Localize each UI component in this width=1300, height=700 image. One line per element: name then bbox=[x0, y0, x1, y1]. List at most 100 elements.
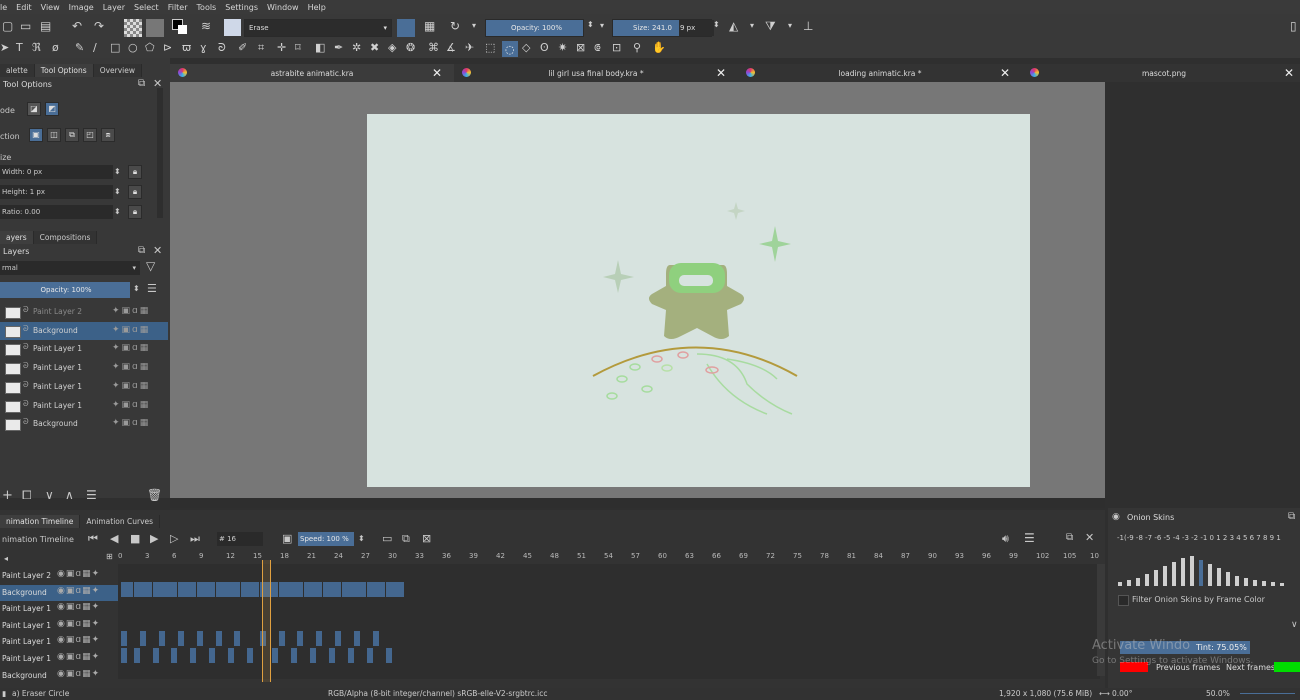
layer-expand-icon[interactable]: ◂ bbox=[4, 554, 8, 563]
next-frame-icon[interactable]: ▷ bbox=[170, 532, 178, 545]
keyframe[interactable] bbox=[291, 648, 298, 663]
chevron-down-icon[interactable]: ▾ bbox=[472, 20, 476, 32]
keyframe[interactable] bbox=[272, 581, 279, 597]
previous-frame-icon[interactable]: ◀ bbox=[110, 532, 118, 545]
keyframe[interactable] bbox=[391, 581, 398, 597]
chevron-down-icon[interactable]: ∨ bbox=[1291, 620, 1298, 630]
magnetic-select-icon[interactable]: ⊡ bbox=[612, 42, 621, 54]
keyframe[interactable] bbox=[316, 631, 323, 647]
onion-opacity-bar[interactable] bbox=[1145, 574, 1149, 586]
calligraphy-icon[interactable]: ℜ bbox=[32, 42, 41, 54]
layer-flags-icons[interactable]: ✦▣ɑ▦ bbox=[112, 418, 150, 428]
bezier-select-icon[interactable]: ⟃ bbox=[594, 42, 601, 54]
fill-tool-icon[interactable]: ◈ bbox=[388, 42, 396, 54]
timeline-row-icons[interactable]: ◉▣ɑ▦✦ bbox=[57, 669, 100, 679]
keyframe[interactable] bbox=[335, 631, 342, 647]
timeline-row[interactable]: Paint Layer 1 ◉▣ɑ▦✦ bbox=[0, 651, 118, 667]
close-icon[interactable]: ✕ bbox=[1085, 531, 1094, 544]
multibrush-icon[interactable]: ✐ bbox=[238, 42, 247, 54]
crop-tool-icon[interactable]: ⌑ bbox=[295, 42, 301, 54]
size-slider[interactable]: Size: 241.0 9 px bbox=[612, 19, 714, 37]
remove-keyframe-icon[interactable]: ⊠ bbox=[422, 532, 431, 545]
panel-toggle-icon[interactable]: ▯ bbox=[1290, 20, 1297, 32]
timeline-row[interactable]: Background ◉▣ɑ▦✦ bbox=[0, 584, 118, 601]
timeline-menu-icon[interactable]: ☰ bbox=[1024, 531, 1035, 545]
keyframe[interactable] bbox=[196, 631, 203, 647]
keyframe[interactable] bbox=[152, 648, 159, 663]
polyline-tool-icon[interactable]: ⊳ bbox=[163, 42, 172, 54]
onion-opacity-bar[interactable] bbox=[1280, 583, 1284, 586]
audio-icon[interactable]: 🔊︎ bbox=[1002, 532, 1009, 546]
layer-flags-icons[interactable]: ✦▣ɑ▦ bbox=[112, 362, 150, 372]
layer-row[interactable]: ᘐ Paint Layer 1 ✦▣ɑ▦ bbox=[0, 397, 168, 415]
filter-icon[interactable]: ▽ bbox=[146, 259, 155, 273]
menu-item[interactable]: Image bbox=[69, 3, 94, 12]
current-frame-cursor[interactable] bbox=[262, 560, 271, 682]
keyframe[interactable] bbox=[247, 581, 253, 597]
keyframe[interactable] bbox=[297, 581, 304, 597]
contiguous-select-icon[interactable]: ✷ bbox=[558, 42, 567, 54]
reference-tool-icon[interactable]: ⌘ bbox=[428, 42, 439, 54]
size-spin-icon[interactable]: ⬍ bbox=[713, 19, 720, 31]
keyframe[interactable] bbox=[385, 581, 392, 597]
keyframe[interactable] bbox=[247, 648, 253, 663]
select-shapes-icon[interactable]: ➤ bbox=[0, 42, 9, 54]
keyframe[interactable] bbox=[284, 581, 291, 597]
document-tab[interactable]: lil girl usa final body.kra * ✕ bbox=[454, 64, 739, 82]
move-up-icon[interactable]: ∧ bbox=[65, 488, 74, 502]
last-frame-icon[interactable]: ⏭ bbox=[190, 532, 200, 546]
close-icon[interactable]: ✕ bbox=[1000, 66, 1010, 80]
tab-animation-timeline[interactable]: nimation Timeline bbox=[0, 515, 81, 528]
keyframe[interactable] bbox=[373, 581, 379, 597]
keyframe[interactable] bbox=[328, 581, 335, 597]
tool-options-scrollbar[interactable] bbox=[157, 88, 163, 218]
bezier-tool-icon[interactable]: ϖ bbox=[182, 42, 191, 54]
document-tab[interactable]: astrabite animatic.kra ✕ bbox=[170, 64, 455, 82]
keyframe[interactable] bbox=[190, 648, 197, 663]
frame-number-field[interactable]: # 16 bbox=[217, 532, 263, 546]
keyframe[interactable] bbox=[196, 581, 203, 597]
keyframe[interactable] bbox=[278, 631, 285, 647]
ratio-spin-icon[interactable]: ⬍ bbox=[114, 207, 121, 216]
keyframe[interactable] bbox=[127, 581, 134, 597]
keyframe[interactable] bbox=[316, 581, 323, 597]
keyframe[interactable] bbox=[171, 648, 178, 663]
speed-field[interactable]: Speed: 100 % bbox=[298, 532, 354, 546]
keyframe[interactable] bbox=[158, 631, 165, 647]
timeline-row-icons[interactable]: ◉▣ɑ▦✦ bbox=[57, 635, 100, 645]
layer-flags-icons[interactable]: ✦▣ɑ▦ bbox=[112, 400, 150, 410]
color-space-label[interactable]: RGB/Alpha (8-bit integer/channel) sRGB-e… bbox=[328, 689, 547, 698]
onion-opacity-bar[interactable] bbox=[1208, 564, 1212, 586]
keyframe[interactable] bbox=[158, 581, 165, 597]
keyframe[interactable] bbox=[366, 581, 373, 597]
layer-row[interactable]: ᘐ Background ✦▣ɑ▦ bbox=[0, 321, 168, 340]
menu-item[interactable]: Help bbox=[308, 3, 326, 12]
keyframe[interactable] bbox=[133, 648, 140, 663]
onion-opacity-bar[interactable] bbox=[1262, 581, 1266, 586]
brush-preset-select[interactable]: Erase ▾ bbox=[244, 19, 392, 37]
rotation-value[interactable]: 0.00° bbox=[1112, 689, 1132, 698]
close-icon[interactable]: ✕ bbox=[432, 66, 442, 80]
keyframe[interactable] bbox=[121, 631, 127, 647]
timeline-row[interactable]: Paint Layer 2 ◉▣ɑ▦✦ bbox=[0, 568, 118, 584]
save-icon[interactable]: ▤ bbox=[40, 20, 51, 32]
onion-opacity-bar[interactable] bbox=[1199, 560, 1203, 586]
zoom-tool-icon[interactable]: ⚲ bbox=[633, 42, 641, 54]
gradient-tool-icon[interactable]: ◧ bbox=[315, 42, 325, 54]
timeline-row[interactable]: Paint Layer 1 ◉▣ɑ▦✦ bbox=[0, 634, 118, 650]
layer-properties-icon[interactable]: ☰ bbox=[86, 488, 97, 502]
onion-opacity-bar[interactable] bbox=[1118, 582, 1122, 586]
drop-frames-icon[interactable]: ▣ bbox=[282, 532, 292, 545]
onion-opacity-bars[interactable] bbox=[1118, 548, 1298, 586]
onion-opacity-bar[interactable] bbox=[1253, 580, 1257, 586]
transform-tool-icon[interactable]: ⌗ bbox=[258, 42, 264, 54]
onion-opacity-bar[interactable] bbox=[1217, 568, 1221, 586]
similar-select-icon[interactable]: ⊠ bbox=[576, 42, 585, 54]
keyframe[interactable] bbox=[133, 581, 140, 597]
keyframe[interactable] bbox=[310, 581, 316, 597]
layer-row[interactable]: ᘐ Background ✦▣ɑ▦ bbox=[0, 415, 168, 433]
onion-opacity-bar[interactable] bbox=[1127, 580, 1131, 586]
keyframe[interactable] bbox=[215, 631, 222, 647]
action-symmetric-button[interactable]: ⧈ bbox=[101, 128, 115, 142]
menu-item[interactable]: Window bbox=[267, 3, 299, 12]
